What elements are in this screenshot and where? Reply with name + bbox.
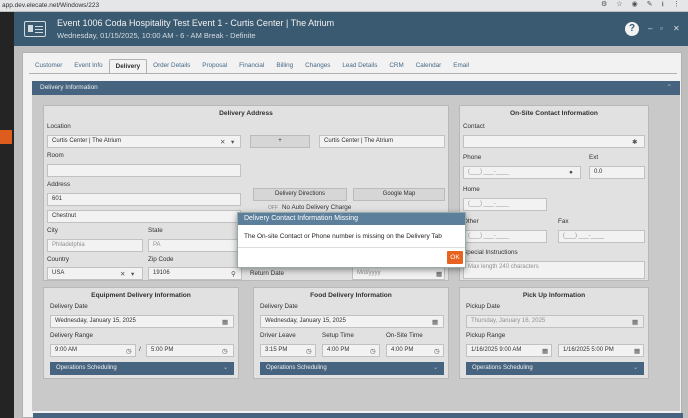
contact-missing-dialog: Delivery Contact Information Missing The… bbox=[237, 212, 466, 268]
dialog-divider bbox=[238, 247, 465, 248]
ok-button[interactable]: OK bbox=[447, 251, 463, 264]
dialog-message: The On-site Contact or Phone number is m… bbox=[244, 233, 442, 240]
dialog-title: Delivery Contact Information Missing bbox=[238, 213, 465, 225]
modal-overlay bbox=[0, 0, 688, 418]
